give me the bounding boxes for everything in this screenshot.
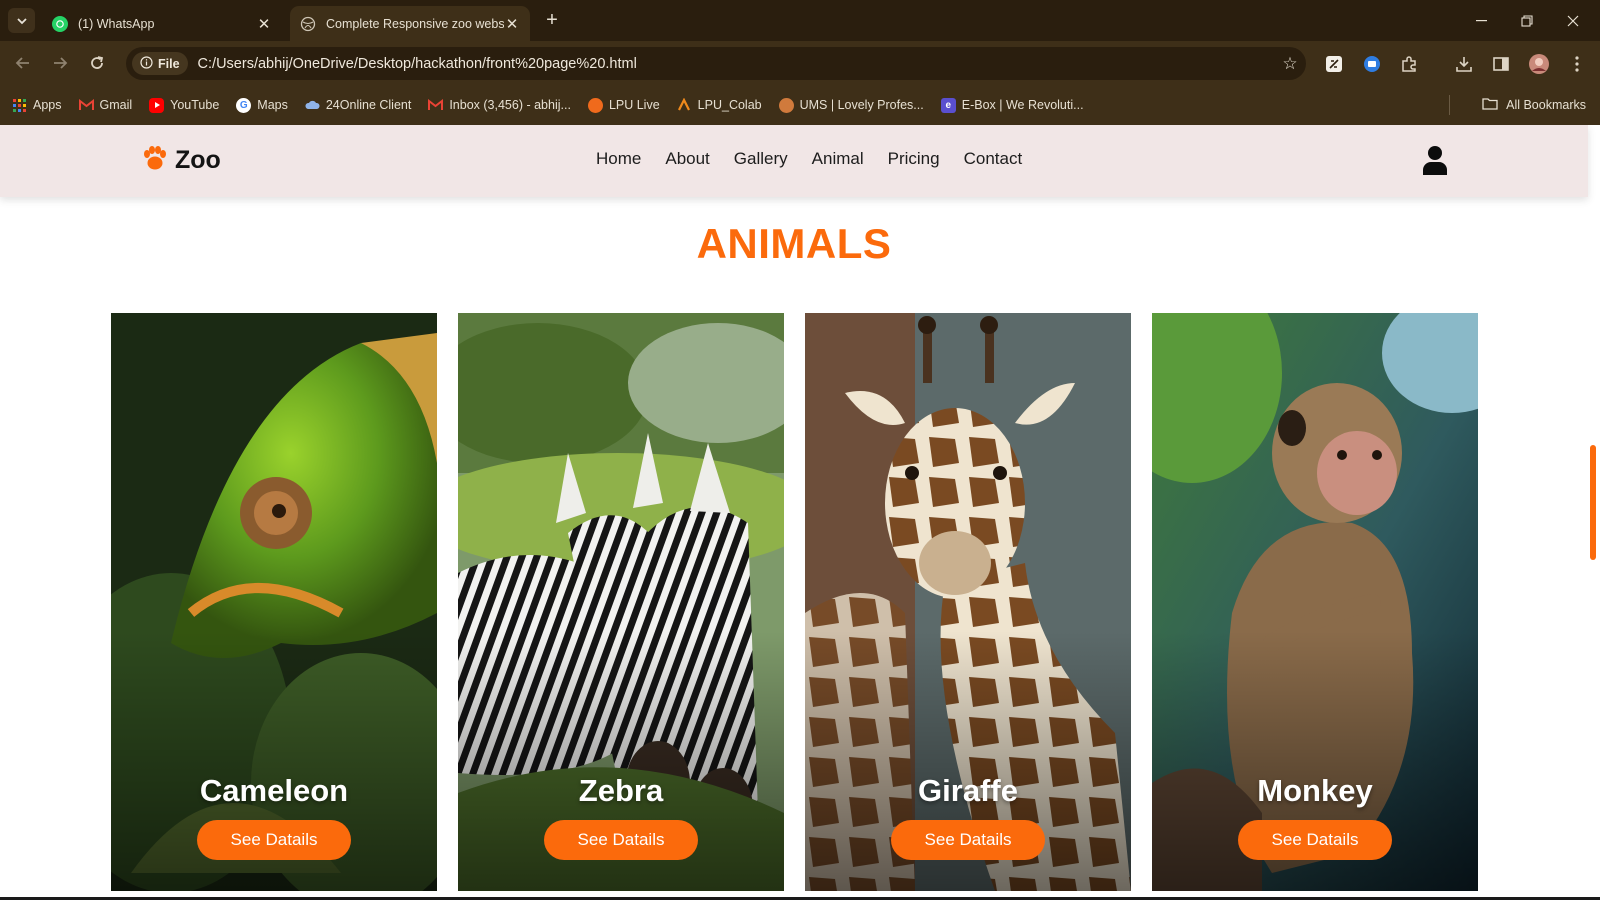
bookmark-star-icon[interactable]: ☆: [1274, 54, 1306, 74]
bookmarks-bar: Apps Gmail YouTube G Maps 24Online Clien…: [0, 85, 1600, 125]
scheme-label: File: [158, 56, 180, 71]
scrollbar-thumb[interactable]: [1590, 445, 1596, 560]
bookmark-ebox[interactable]: e E-Box | We Revoluti...: [940, 97, 1084, 113]
bookmark-label: E-Box | We Revoluti...: [961, 98, 1084, 112]
all-bookmarks-button[interactable]: All Bookmarks: [1482, 85, 1586, 125]
folder-icon: [1482, 97, 1498, 113]
gmail-icon: [78, 98, 94, 113]
paw-icon: [141, 145, 169, 176]
bookmark-label: UMS | Lovely Profes...: [799, 98, 924, 112]
animal-name: Monkey: [1257, 773, 1373, 808]
globe-icon: [300, 16, 316, 32]
animal-card-zebra: Zebra See Datails: [458, 313, 784, 891]
browser-toolbar: File C:/Users/abhij/OneDrive/Desktop/hac…: [0, 41, 1600, 85]
apps-grid-icon: [12, 98, 27, 113]
lpu-live-icon: [587, 97, 603, 113]
bookmark-maps[interactable]: G Maps: [236, 97, 288, 113]
bookmark-label: LPU Live: [608, 98, 660, 112]
site-info-chip[interactable]: File: [132, 52, 188, 75]
extension-a-icon[interactable]: [1323, 53, 1345, 75]
youtube-icon: [149, 97, 165, 113]
main-nav: Home About Gallery Animal Pricing Contac…: [596, 149, 1022, 169]
all-bookmarks-label: All Bookmarks: [1506, 98, 1586, 112]
gmail-icon: [428, 98, 444, 113]
download-icon[interactable]: [1453, 53, 1475, 75]
bookmark-gmail[interactable]: Gmail: [78, 98, 133, 113]
user-icon[interactable]: [1422, 145, 1448, 175]
bookmark-inbox[interactable]: Inbox (3,456) - abhij...: [428, 98, 571, 113]
info-icon: [140, 55, 153, 72]
more-menu-icon[interactable]: [1566, 53, 1588, 75]
forward-arrow-icon[interactable]: [49, 52, 71, 74]
ums-icon: [778, 97, 794, 113]
extensions-puzzle-icon[interactable]: [1398, 53, 1420, 75]
url-text[interactable]: C:/Users/abhij/OneDrive/Desktop/hackatho…: [198, 56, 1274, 72]
ebox-icon: e: [940, 97, 956, 113]
bookmark-label: Maps: [257, 98, 288, 112]
nav-link-pricing[interactable]: Pricing: [888, 149, 940, 169]
see-details-button[interactable]: See Datails: [891, 820, 1045, 860]
restore-icon[interactable]: [1504, 0, 1550, 41]
address-bar[interactable]: File C:/Users/abhij/OneDrive/Desktop/hac…: [126, 47, 1306, 80]
cloud-icon: [305, 98, 320, 113]
bookmark-label: 24Online Client: [325, 98, 412, 112]
tab-search-chevron-icon[interactable]: [8, 8, 35, 33]
nav-link-contact[interactable]: Contact: [964, 149, 1023, 169]
reload-icon[interactable]: [86, 52, 108, 74]
animal-name: Cameleon: [199, 773, 349, 808]
lpu-colab-icon: [677, 98, 692, 113]
extension-b-icon[interactable]: [1361, 53, 1383, 75]
tab-title: (1) WhatsApp: [78, 16, 155, 31]
new-tab-plus-icon[interactable]: +: [540, 8, 564, 32]
close-tab-icon[interactable]: ✕: [504, 15, 520, 33]
section-title: ANIMALS: [696, 220, 892, 267]
nav-link-gallery[interactable]: Gallery: [734, 149, 788, 169]
bookmark-label: Gmail: [99, 98, 133, 112]
bookmark-label: Apps: [33, 98, 62, 112]
bookmark-label: YouTube: [170, 98, 220, 112]
bookmark-lpu-colab[interactable]: LPU_Colab: [677, 98, 762, 113]
whatsapp-icon: [52, 15, 68, 32]
close-tab-icon[interactable]: ✕: [256, 15, 272, 33]
see-details-button[interactable]: See Datails: [197, 820, 351, 860]
animal-name: Zebra: [578, 773, 664, 808]
tab-zoo-website[interactable]: Complete Responsive zoo webs ✕: [290, 6, 530, 41]
bookmarks-divider: [1449, 95, 1450, 115]
site-header: Zoo Home About Gallery Animal Pricing Co…: [0, 125, 1588, 197]
bookmark-24online[interactable]: 24Online Client: [305, 98, 411, 113]
bookmark-apps[interactable]: Apps: [12, 98, 62, 113]
see-details-button[interactable]: See Datails: [1238, 820, 1392, 860]
see-details-button[interactable]: See Datails: [544, 820, 698, 860]
nav-link-animal[interactable]: Animal: [812, 149, 864, 169]
bookmark-ums[interactable]: UMS | Lovely Profes...: [778, 97, 924, 113]
nav-link-about[interactable]: About: [665, 149, 709, 169]
tab-title: Complete Responsive zoo webs: [326, 16, 504, 31]
animal-name: Giraffe: [918, 773, 1018, 808]
page-viewport: Zoo Home About Gallery Animal Pricing Co…: [0, 125, 1600, 900]
bookmark-label: Inbox (3,456) - abhij...: [449, 98, 571, 112]
close-window-icon[interactable]: [1550, 0, 1596, 41]
bookmark-youtube[interactable]: YouTube: [149, 97, 220, 113]
nav-link-home[interactable]: Home: [596, 149, 641, 169]
animal-card-monkey: Monkey See Datails: [1152, 313, 1478, 891]
profile-avatar[interactable]: [1528, 53, 1550, 75]
side-panel-icon[interactable]: [1490, 53, 1512, 75]
minimize-icon[interactable]: [1458, 0, 1504, 41]
animal-card-giraffe: Giraffe See Datails: [805, 313, 1131, 891]
brand-name: Zoo: [175, 146, 221, 174]
site-logo[interactable]: Zoo: [141, 145, 221, 176]
back-arrow-icon[interactable]: [12, 52, 34, 74]
tab-whatsapp[interactable]: (1) WhatsApp ✕: [42, 6, 282, 41]
animal-card-cameleon: Cameleon See Datails: [111, 313, 437, 891]
bookmark-lpu-live[interactable]: LPU Live: [587, 97, 660, 113]
browser-tab-bar: (1) WhatsApp ✕ Complete Responsive zoo w…: [0, 0, 1600, 41]
google-icon: G: [236, 97, 252, 113]
bookmark-label: LPU_Colab: [697, 98, 762, 112]
